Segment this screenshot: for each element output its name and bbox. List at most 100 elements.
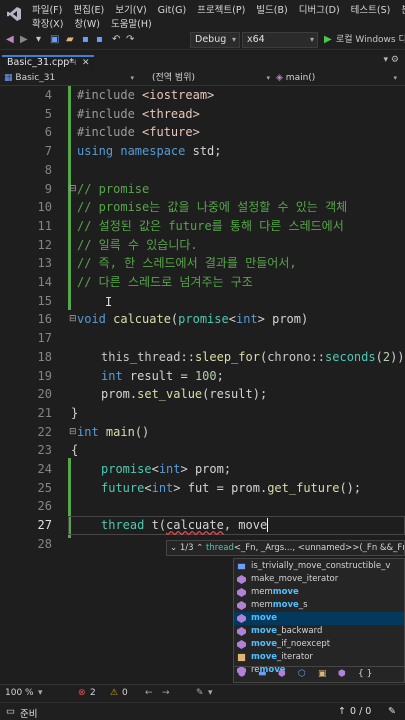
code-token: ));: [390, 349, 405, 364]
filter-functions-icon[interactable]: ⬢: [238, 669, 246, 679]
zoom-level[interactable]: 100 %: [5, 688, 34, 698]
code-token: // 즉, 한 스레드에서 결과를 만들어서,: [77, 256, 297, 271]
line-number: 13: [37, 256, 52, 271]
tab-basic-31-cpp[interactable]: Basic_31.cpp* ⊣ ✕: [2, 55, 94, 70]
completion-item[interactable]: move_iterator: [234, 651, 404, 664]
menu-build[interactable]: 빌드(B): [256, 5, 287, 16]
menu-help[interactable]: 도움말(H): [111, 19, 152, 30]
code-token: set_value: [137, 387, 203, 402]
completion-text: _s: [298, 600, 308, 610]
completion-text: make_: [251, 574, 279, 584]
code-token: <: [228, 312, 236, 327]
menu-git[interactable]: Git(G): [158, 5, 187, 16]
code-token-error: calcuate: [166, 518, 224, 533]
run-local-windows-debugger-button[interactable]: 로컬 Windows 디: [336, 33, 405, 47]
redo-icon[interactable]: ↷: [126, 33, 134, 47]
menu-analyze[interactable]: 분석: [401, 5, 405, 16]
line-number: 19: [37, 368, 52, 383]
problems-counter[interactable]: 0 / 0: [350, 706, 371, 717]
new-project-icon[interactable]: ▣: [50, 33, 59, 47]
member-dropdown[interactable]: ◈ main() ▾: [276, 72, 401, 85]
function-icon: [237, 627, 246, 636]
code-token: <: [151, 462, 159, 476]
back-icon[interactable]: ◀: [6, 33, 14, 47]
code-token: 100: [194, 368, 217, 383]
completion-item[interactable]: move_backward: [234, 625, 404, 638]
code-token: seconds: [325, 349, 376, 364]
open-folder-icon[interactable]: ▰: [66, 33, 74, 47]
completion-text: mem: [251, 600, 273, 610]
menu-file[interactable]: 파일(F): [32, 5, 62, 16]
menu-test[interactable]: 테스트(S): [351, 5, 391, 16]
scope-label: (전역 범위): [152, 73, 196, 83]
completion-item[interactable]: move_if_noexcept: [234, 638, 404, 651]
close-icon[interactable]: ✕: [82, 57, 90, 69]
save-all-icon[interactable]: ▪: [96, 33, 103, 47]
navigate-back-icon[interactable]: ←: [145, 688, 153, 698]
menu-row-1: 파일(F) 편집(E) 보기(V) Git(G) 프로젝트(P) 빌드(B) 디버그(D) 테…: [32, 2, 405, 16]
collapse-icon[interactable]: ⊟: [69, 180, 77, 199]
warning-count[interactable]: 0: [122, 688, 128, 698]
intellisense-completion-list[interactable]: is_trivially_move_constructible_v make_m…: [233, 558, 405, 683]
parameter-info-next-icon[interactable]: ⌃: [196, 543, 203, 553]
code-line: 9 ⊟// promise: [0, 180, 405, 199]
completion-item[interactable]: is_trivially_move_constructible_v: [234, 560, 404, 573]
parameter-info-prev-icon[interactable]: ⌄: [170, 543, 177, 553]
completion-text: move: [251, 613, 278, 623]
chevron-down-icon[interactable]: ▾: [38, 688, 43, 698]
chevron-down-icon[interactable]: ▾: [208, 688, 213, 698]
filter-members-icon[interactable]: ⬢: [278, 669, 286, 679]
project-dropdown[interactable]: ▦ Basic_31 ▾: [4, 72, 138, 85]
code-token: result =: [129, 368, 195, 383]
error-count[interactable]: 2: [90, 688, 96, 698]
completion-item[interactable]: make_move_iterator: [234, 573, 404, 586]
filter-variables-icon[interactable]: ▬: [258, 669, 267, 679]
line-number: 21: [37, 405, 52, 420]
code-token: int: [77, 424, 106, 439]
filter-namespaces-icon[interactable]: { }: [358, 669, 372, 679]
code-line: 8: [0, 161, 405, 180]
undo-icon[interactable]: ↶: [112, 33, 120, 47]
platform-dropdown[interactable]: x64 ▾: [242, 32, 318, 48]
filter-fields-icon[interactable]: ⬡: [298, 669, 306, 679]
menu-debug[interactable]: 디버그(D): [299, 5, 340, 16]
filter-classes-icon[interactable]: ▣: [318, 669, 327, 679]
line-number: 9: [44, 181, 52, 196]
member-label: main(): [285, 73, 316, 83]
menu-project[interactable]: 프로젝트(P): [197, 5, 245, 16]
line-number: 11: [37, 218, 52, 233]
completion-item[interactable]: memmove_s: [234, 599, 404, 612]
collapse-icon[interactable]: ⊟: [69, 310, 77, 329]
configuration-dropdown[interactable]: Debug ▾: [190, 32, 240, 48]
warning-icon[interactable]: ⚠: [110, 688, 118, 698]
completion-item-selected[interactable]: move: [234, 612, 404, 625]
completion-item[interactable]: memmove: [234, 586, 404, 599]
forward-icon[interactable]: ▶: [20, 33, 28, 47]
menu-extensions[interactable]: 확장(X): [32, 19, 63, 30]
code-line: 23 {: [0, 441, 405, 460]
line-number: 5: [44, 106, 52, 121]
completion-text: _backward: [277, 626, 323, 636]
status-ready: 준비: [20, 709, 38, 720]
navigate-forward-icon[interactable]: →: [162, 688, 170, 698]
filter-enums-icon[interactable]: ⬢: [338, 669, 346, 679]
up-arrow-icon[interactable]: ↑: [338, 706, 346, 717]
code-token: (): [134, 424, 150, 439]
scope-dropdown[interactable]: (전역 범위) ▾: [140, 72, 274, 85]
pen-icon[interactable]: ✎: [388, 706, 396, 717]
code-token: #include: [77, 106, 143, 121]
save-icon[interactable]: ▪: [82, 33, 89, 47]
tab-overflow-icon[interactable]: ▾ ⚙: [384, 55, 399, 65]
menu-edit[interactable]: 편집(E): [73, 5, 104, 16]
function-icon: [237, 601, 246, 610]
brush-icon[interactable]: ✎: [196, 688, 204, 698]
dropdown-chevron-icon[interactable]: ▾: [36, 33, 41, 47]
code-token: int: [158, 462, 181, 476]
menu-view[interactable]: 보기(V): [115, 5, 146, 16]
line-number: 26: [37, 499, 52, 514]
error-icon[interactable]: ⊗: [78, 688, 86, 698]
menu-window[interactable]: 창(W): [74, 19, 100, 30]
collapse-icon[interactable]: ⊟: [69, 423, 77, 442]
pin-icon[interactable]: ⊣: [69, 57, 76, 69]
play-icon[interactable]: ▶: [324, 33, 332, 47]
